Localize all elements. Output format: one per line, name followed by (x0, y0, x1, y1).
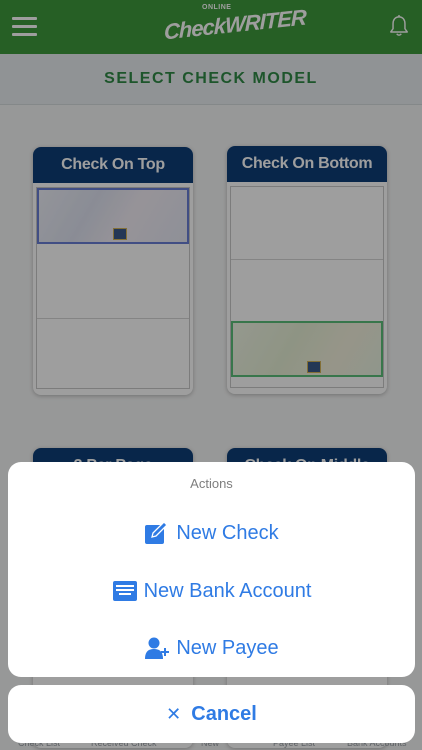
cancel-label: Cancel (191, 702, 257, 725)
new-bank-account-label: New Bank Account (143, 579, 312, 602)
new-payee-label: New Payee (176, 636, 279, 659)
new-check-button[interactable]: New Check (8, 505, 415, 561)
add-user-icon (145, 637, 170, 659)
cancel-button[interactable]: ✕ Cancel (8, 685, 415, 743)
edit-icon (145, 521, 169, 544)
new-bank-account-button[interactable]: New Bank Account (8, 563, 415, 619)
action-sheet: Actions New Check New Bank Account New P… (8, 462, 415, 677)
close-icon: ✕ (166, 703, 182, 724)
new-payee-button[interactable]: New Payee (8, 620, 415, 676)
action-sheet-title: Actions (190, 476, 233, 491)
bank-card-icon (112, 581, 137, 601)
new-check-label: New Check (176, 521, 279, 544)
